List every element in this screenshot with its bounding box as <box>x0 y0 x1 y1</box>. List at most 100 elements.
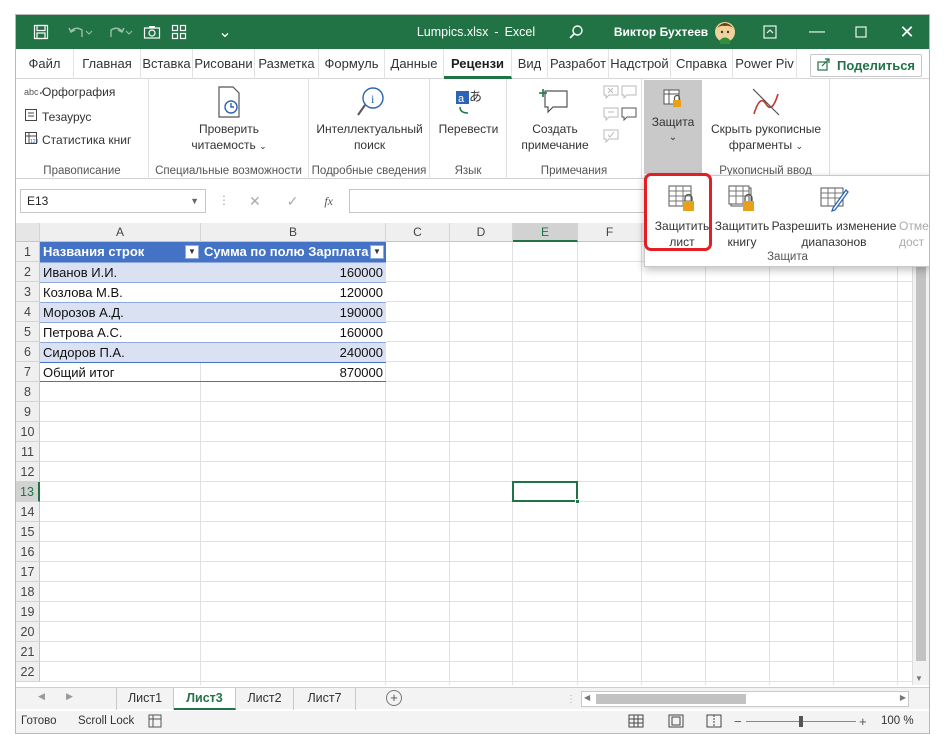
horizontal-scroll-thumb[interactable] <box>596 694 746 704</box>
zoom-level[interactable]: 100 % <box>881 715 914 727</box>
name-box-dropdown-icon[interactable]: ▼ <box>190 190 199 212</box>
pivot-total-value[interactable]: 870000 <box>201 362 386 382</box>
column-header[interactable]: F <box>578 223 642 242</box>
allow-edit-ranges-button[interactable]: Разрешить изменение диапазонов <box>771 180 897 250</box>
pivot-row-value[interactable]: 160000 <box>201 322 386 342</box>
row-header[interactable]: 5 <box>16 322 40 342</box>
show-all-comments-icon[interactable] <box>603 129 619 146</box>
tab-draw[interactable]: Рисовани <box>193 49 255 79</box>
vertical-scroll-thumb[interactable] <box>916 241 926 661</box>
row-header[interactable]: 21 <box>16 642 40 662</box>
scroll-down-icon[interactable]: ▼ <box>915 674 923 683</box>
page-layout-view-icon[interactable] <box>668 714 684 731</box>
next-sheet-icon[interactable]: ▶ <box>66 691 73 702</box>
row-header[interactable]: 16 <box>16 542 40 562</box>
worksheet-grid[interactable]: ABCDEFGHIJ123456789101112131415161718192… <box>16 223 916 685</box>
delete-comment-icon[interactable] <box>603 85 619 102</box>
protect-workbook-button[interactable]: Защитить книгу <box>713 180 771 250</box>
page-break-view-icon[interactable] <box>706 714 722 731</box>
column-header[interactable]: C <box>386 223 450 242</box>
maximize-icon[interactable] <box>846 15 876 49</box>
pivot-row-label[interactable]: Сидоров П.А. <box>40 342 201 362</box>
scroll-left-icon[interactable]: ◀ <box>584 693 590 702</box>
check-accessibility-button[interactable]: Проверить читаемость ⌄ <box>179 83 279 154</box>
column-header[interactable]: E <box>513 223 578 242</box>
workbook-stats-button[interactable]: 123 Статистика книг <box>24 131 131 148</box>
pivot-row-value[interactable]: 240000 <box>201 342 386 362</box>
scroll-right-icon[interactable]: ▶ <box>900 693 906 702</box>
sheet-tab-1[interactable]: Лист1 <box>116 688 174 710</box>
row-header[interactable]: 15 <box>16 522 40 542</box>
search-icon[interactable] <box>564 15 588 49</box>
row-header[interactable]: 8 <box>16 382 40 402</box>
enter-icon[interactable]: ✓ <box>287 193 299 210</box>
column-header[interactable]: D <box>450 223 513 242</box>
column-header[interactable]: A <box>40 223 201 242</box>
undo-icon[interactable] <box>62 15 98 49</box>
row-header[interactable]: 22 <box>16 662 40 682</box>
smart-lookup-button[interactable]: i Интеллектуальный поиск <box>313 83 426 153</box>
tab-addins[interactable]: Надстрой <box>609 49 671 79</box>
select-all-corner[interactable] <box>16 223 40 242</box>
tab-data[interactable]: Данные <box>385 49 444 79</box>
tab-help[interactable]: Справка <box>671 49 733 79</box>
tab-splitter-icon[interactable]: ⋮ <box>566 694 576 705</box>
row-header[interactable]: 9 <box>16 402 40 422</box>
row-header[interactable]: 4 <box>16 302 40 322</box>
tab-home[interactable]: Главная <box>74 49 141 79</box>
camera-icon[interactable] <box>140 15 164 49</box>
new-comment-button[interactable]: Создать примечание <box>511 83 599 153</box>
fill-handle[interactable] <box>575 499 580 504</box>
prev-comment-icon[interactable] <box>621 85 637 102</box>
protect-button[interactable]: Защита ⌄ <box>644 80 702 174</box>
vertical-scrollbar[interactable]: ▲ ▼ <box>912 223 929 685</box>
translate-button[interactable]: aあ Перевести <box>434 83 503 137</box>
sheet-tab-4[interactable]: Лист7 <box>294 688 356 710</box>
insert-function-button[interactable]: fx <box>324 194 333 209</box>
prev-sheet-icon[interactable]: ◀ <box>38 691 45 702</box>
avatar[interactable] <box>712 15 738 49</box>
save-icon[interactable] <box>30 15 52 49</box>
row-header[interactable]: 18 <box>16 582 40 602</box>
row-header[interactable]: 1 <box>16 242 40 262</box>
hide-ink-button[interactable]: Скрыть рукописные фрагменты ⌄ <box>706 83 826 154</box>
horizontal-scrollbar[interactable]: ◀ ▶ <box>581 691 909 707</box>
minimize-icon[interactable]: — <box>802 15 832 49</box>
row-header[interactable]: 7 <box>16 362 40 382</box>
tab-review[interactable]: Рецензи <box>444 49 512 79</box>
row-header[interactable]: 6 <box>16 342 40 362</box>
row-header[interactable]: 11 <box>16 442 40 462</box>
row-header[interactable]: 12 <box>16 462 40 482</box>
redo-icon[interactable] <box>102 15 138 49</box>
tab-insert[interactable]: Вставка <box>141 49 193 79</box>
cancel-icon[interactable]: ✕ <box>249 193 261 210</box>
pivot-row-value[interactable]: 190000 <box>201 302 386 322</box>
pivot-row-label[interactable]: Петрова А.С. <box>40 322 201 342</box>
zoom-out-icon[interactable]: − <box>734 714 742 729</box>
selected-cell[interactable] <box>512 481 580 504</box>
tab-view[interactable]: Вид <box>512 49 548 79</box>
zoom-slider-thumb[interactable] <box>799 716 803 727</box>
tab-formulas[interactable]: Формуль <box>319 49 385 79</box>
zoom-in-icon[interactable]: + <box>859 714 867 729</box>
pivot-row-value[interactable]: 160000 <box>201 262 386 282</box>
row-header[interactable]: 2 <box>16 262 40 282</box>
column-header[interactable]: B <box>201 223 386 242</box>
pivot-row-label[interactable]: Морозов А.Д. <box>40 302 201 322</box>
close-icon[interactable]: ✕ <box>892 15 922 49</box>
name-box[interactable]: E13 ▼ <box>20 189 206 213</box>
pivot-header-values[interactable]: Сумма по полю Зарплата ▼ <box>201 242 386 262</box>
qat-more-icon[interactable]: ⌄ <box>211 15 239 49</box>
row-header[interactable]: 20 <box>16 622 40 642</box>
pivot-total-label[interactable]: Общий итог <box>40 362 201 382</box>
show-comments-icon[interactable] <box>621 107 637 124</box>
form-grid-icon[interactable] <box>168 15 190 49</box>
next-comment-icon[interactable] <box>603 107 619 124</box>
spelling-button[interactable]: abc✓ Орфография <box>24 85 115 99</box>
filter-dropdown-icon[interactable]: ▼ <box>185 245 199 259</box>
sheet-tab-3[interactable]: Лист2 <box>236 688 294 710</box>
add-sheet-icon[interactable]: + <box>386 690 402 706</box>
row-header[interactable]: 17 <box>16 562 40 582</box>
pivot-row-label[interactable]: Иванов И.И. <box>40 262 201 282</box>
user-name[interactable]: Виктор Бухтеев <box>611 15 711 49</box>
